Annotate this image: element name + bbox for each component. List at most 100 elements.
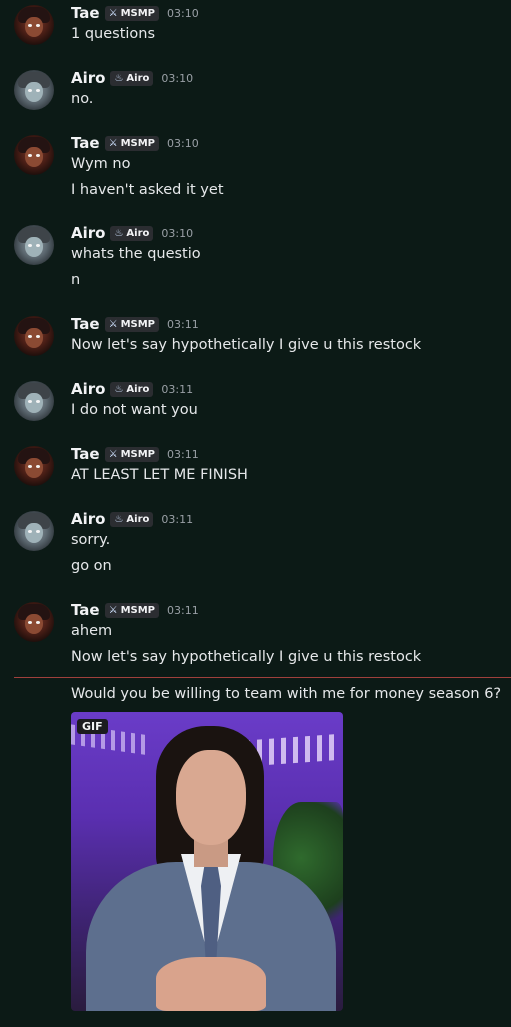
server-tag-badge[interactable]: ⚔ MSMP bbox=[104, 446, 159, 462]
server-tag-label: MSMP bbox=[120, 137, 155, 149]
message-line: n bbox=[71, 272, 81, 288]
avatar[interactable] bbox=[14, 5, 54, 45]
timestamp[interactable]: 03:10 bbox=[167, 7, 199, 20]
message-line: Now let's say hypothetically I give u th… bbox=[71, 649, 422, 665]
flame-icon: ♨ bbox=[114, 227, 124, 239]
avatar[interactable] bbox=[14, 381, 54, 421]
username[interactable]: Airo bbox=[71, 224, 105, 242]
server-tag-label: MSMP bbox=[120, 318, 155, 330]
username[interactable]: Tae bbox=[71, 601, 100, 619]
message-line: sorry. bbox=[71, 532, 111, 548]
timestamp[interactable]: 03:10 bbox=[167, 137, 199, 150]
username[interactable]: Tae bbox=[71, 4, 100, 22]
server-tag-badge[interactable]: ⚔ MSMP bbox=[104, 602, 159, 618]
message-header: Tae ⚔ MSMP 03:10 bbox=[71, 4, 199, 22]
server-tag-badge[interactable]: ♨ Airo bbox=[110, 225, 154, 241]
avatar-eye bbox=[28, 154, 32, 157]
avatar-face bbox=[25, 17, 43, 37]
avatar-eye bbox=[28, 335, 32, 338]
timestamp[interactable]: 03:11 bbox=[167, 448, 199, 461]
message-line: go on bbox=[71, 558, 112, 574]
message-header: Tae ⚔ MSMP 03:11 bbox=[71, 315, 199, 333]
server-tag-badge[interactable]: ⚔ MSMP bbox=[104, 135, 159, 151]
server-tag-badge[interactable]: ⚔ MSMP bbox=[104, 316, 159, 332]
username[interactable]: Tae bbox=[71, 315, 100, 333]
username[interactable]: Airo bbox=[71, 69, 105, 87]
username[interactable]: Tae bbox=[71, 134, 100, 152]
message-line: Now let's say hypothetically I give u th… bbox=[71, 337, 422, 353]
message-header: Airo ♨ Airo 03:10 bbox=[71, 224, 193, 242]
message-header: Tae ⚔ MSMP 03:11 bbox=[71, 601, 199, 619]
server-tag-label: MSMP bbox=[120, 448, 155, 460]
avatar-face bbox=[25, 328, 43, 348]
avatar-eye bbox=[28, 400, 32, 403]
server-tag-label: MSMP bbox=[120, 604, 155, 616]
avatar[interactable] bbox=[14, 446, 54, 486]
server-tag-label: Airo bbox=[126, 513, 150, 525]
sword-icon: ⚔ bbox=[108, 7, 118, 19]
message-line: ahem bbox=[71, 623, 113, 639]
flame-icon: ♨ bbox=[114, 513, 124, 525]
avatar[interactable] bbox=[14, 70, 54, 110]
avatar-face bbox=[25, 147, 43, 167]
sword-icon: ⚔ bbox=[108, 137, 118, 149]
flame-icon: ♨ bbox=[114, 72, 124, 84]
server-tag-badge[interactable]: ⚔ MSMP bbox=[104, 5, 159, 21]
message-line: 1 questions bbox=[71, 26, 156, 42]
gif-badge: GIF bbox=[77, 719, 108, 734]
avatar[interactable] bbox=[14, 225, 54, 265]
server-tag-label: MSMP bbox=[120, 7, 155, 19]
avatar[interactable] bbox=[14, 602, 54, 642]
avatar-face bbox=[25, 82, 43, 102]
avatar-face bbox=[25, 458, 43, 478]
avatar-eye bbox=[36, 530, 40, 533]
avatar-eye bbox=[28, 89, 32, 92]
message-line: AT LEAST LET ME FINISH bbox=[71, 467, 248, 483]
server-tag-badge[interactable]: ♨ Airo bbox=[110, 511, 154, 527]
gif-attachment[interactable]: GIF bbox=[71, 712, 343, 1011]
gif-person-hands bbox=[156, 957, 266, 1011]
timestamp[interactable]: 03:11 bbox=[161, 383, 193, 396]
message-line: no. bbox=[71, 91, 94, 107]
avatar-eye bbox=[36, 89, 40, 92]
gif-person-head bbox=[176, 750, 246, 845]
timestamp[interactable]: 03:10 bbox=[161, 72, 193, 85]
timestamp[interactable]: 03:11 bbox=[167, 604, 199, 617]
server-tag-badge[interactable]: ♨ Airo bbox=[110, 381, 154, 397]
avatar-eye bbox=[36, 621, 40, 624]
server-tag-label: Airo bbox=[126, 227, 150, 239]
flame-icon: ♨ bbox=[114, 383, 124, 395]
timestamp[interactable]: 03:10 bbox=[161, 227, 193, 240]
avatar-eye bbox=[28, 621, 32, 624]
message-line: Would you be willing to team with me for… bbox=[71, 686, 502, 702]
sword-icon: ⚔ bbox=[108, 448, 118, 460]
timestamp[interactable]: 03:11 bbox=[161, 513, 193, 526]
avatar[interactable] bbox=[14, 135, 54, 175]
message-line: whats the questio bbox=[71, 246, 201, 262]
new-messages-divider bbox=[14, 677, 511, 678]
message-header: Tae ⚔ MSMP 03:10 bbox=[71, 134, 199, 152]
avatar[interactable] bbox=[14, 316, 54, 356]
message-header: Airo ♨ Airo 03:10 bbox=[71, 69, 193, 87]
username[interactable]: Airo bbox=[71, 380, 105, 398]
avatar-face bbox=[25, 614, 43, 634]
timestamp[interactable]: 03:11 bbox=[167, 318, 199, 331]
avatar-eye bbox=[36, 400, 40, 403]
username[interactable]: Airo bbox=[71, 510, 105, 528]
server-tag-badge[interactable]: ♨ Airo bbox=[110, 70, 154, 86]
server-tag-label: Airo bbox=[126, 383, 150, 395]
username[interactable]: Tae bbox=[71, 445, 100, 463]
avatar-eye bbox=[36, 154, 40, 157]
avatar-eye bbox=[36, 465, 40, 468]
sword-icon: ⚔ bbox=[108, 318, 118, 330]
avatar-eye bbox=[36, 24, 40, 27]
message-line: I haven't asked it yet bbox=[71, 182, 224, 198]
avatar[interactable] bbox=[14, 511, 54, 551]
avatar-eye bbox=[36, 335, 40, 338]
avatar-face bbox=[25, 523, 43, 543]
message-header: Tae ⚔ MSMP 03:11 bbox=[71, 445, 199, 463]
message-line: Wym no bbox=[71, 156, 131, 172]
avatar-eye bbox=[28, 244, 32, 247]
avatar-eye bbox=[36, 244, 40, 247]
message-header: Airo ♨ Airo 03:11 bbox=[71, 510, 193, 528]
